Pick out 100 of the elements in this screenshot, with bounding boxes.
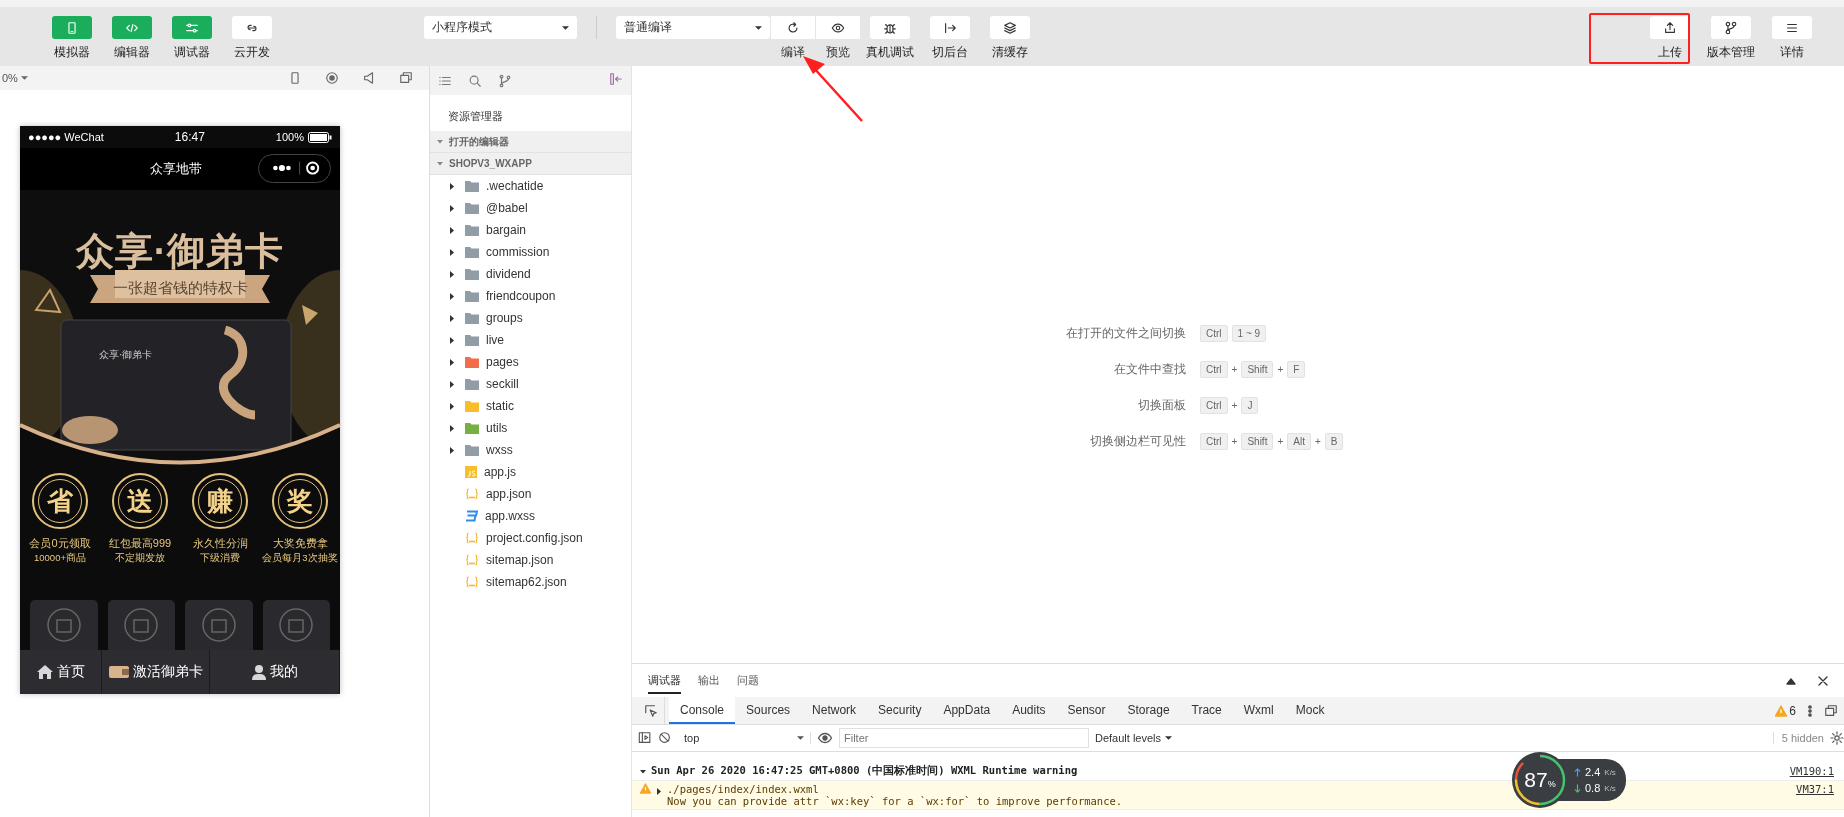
filter-field[interactable]: Filter: [839, 728, 1089, 748]
devtools-tab[interactable]: Sensor: [1056, 697, 1117, 724]
plus-sign: +: [1277, 363, 1284, 375]
caret-icon: [1165, 736, 1173, 740]
key-cap: Shift: [1241, 360, 1274, 378]
file-tree-item[interactable]: @babel: [430, 197, 631, 219]
section-header[interactable]: 打开的编辑器: [430, 131, 631, 153]
gauge-unit: %: [1547, 779, 1556, 789]
service-tile[interactable]: [107, 600, 175, 650]
more-icon: [1808, 703, 1812, 718]
file-tree-item[interactable]: app.js: [430, 461, 631, 483]
refresh-icon: [786, 20, 800, 35]
devtools-tab[interactable]: Trace: [1180, 697, 1233, 724]
source-link[interactable]: VM190:1: [1789, 765, 1834, 777]
panel-tab[interactable]: 调试器: [648, 667, 681, 694]
service-tile[interactable]: [185, 600, 253, 650]
braces-icon: [465, 532, 479, 544]
tool-button[interactable]: [815, 16, 860, 39]
file-tree-item[interactable]: app.json: [430, 483, 631, 505]
person-icon: [251, 664, 266, 680]
devtools-tab[interactable]: Security: [867, 697, 933, 724]
file-tree-item[interactable]: live: [430, 329, 631, 351]
benefit-title: 会员0元领取: [29, 536, 91, 551]
tool-button[interactable]: [1711, 16, 1751, 39]
levels-dropdown[interactable]: Default levels: [1095, 732, 1173, 744]
source-link[interactable]: VM37:1: [1796, 783, 1834, 795]
sliders-icon: [185, 20, 199, 35]
tool-label: 编辑器: [114, 44, 150, 61]
tool-label: 详情: [1780, 44, 1804, 61]
section-header[interactable]: SHOPV3_WXAPP: [430, 153, 631, 175]
down-arrow-icon: [1574, 783, 1581, 793]
service-tile[interactable]: [30, 600, 98, 650]
file-tree-item[interactable]: friendcoupon: [430, 285, 631, 307]
braces-icon: [465, 488, 479, 500]
panel-tab[interactable]: 问题: [737, 667, 759, 694]
tool-label: 预览: [824, 44, 851, 61]
file-tree-item[interactable]: pages: [430, 351, 631, 373]
devtools-tab[interactable]: Storage: [1116, 697, 1181, 724]
tool-button[interactable]: [990, 16, 1030, 39]
key-cap: Ctrl: [1200, 324, 1228, 342]
file-tree-item[interactable]: project.config.json: [430, 527, 631, 549]
key-cap: F: [1287, 360, 1306, 378]
carrier-label: ●●●●● WeChat: [28, 131, 104, 143]
phone-icon: [288, 71, 302, 85]
shortcut-label: 切换面板: [1137, 397, 1186, 414]
file-tree-item[interactable]: sitemap62.json: [430, 571, 631, 593]
tab-bar-item[interactable]: 首页: [20, 650, 102, 694]
plus-sign: +: [1231, 399, 1238, 411]
banner-slogan: 一张超省钱的特权卡: [111, 279, 249, 298]
twisty-icon[interactable]: [640, 767, 646, 775]
file-tree-item[interactable]: dividend: [430, 263, 631, 285]
css-file-icon: [465, 510, 478, 522]
tool-label: 真机调试: [866, 44, 914, 61]
file-tree-item[interactable]: sitemap.json: [430, 549, 631, 571]
tab-bar-item[interactable]: 我的: [210, 650, 340, 694]
tab-bar-item[interactable]: 激活御弟卡: [102, 650, 210, 694]
file-tree-item[interactable]: .wechatide: [430, 175, 631, 197]
phone-icon: [65, 20, 79, 35]
service-icon: [124, 608, 159, 642]
devtools-tab[interactable]: AppData: [932, 697, 1002, 724]
file-tree-item[interactable]: utils: [430, 417, 631, 439]
file-tree-item[interactable]: bargain: [430, 219, 631, 241]
warning-count[interactable]: 6: [1789, 703, 1796, 718]
caret-icon: [755, 25, 762, 30]
braces-icon: [465, 576, 479, 588]
tool-button[interactable]: [770, 16, 815, 39]
benefit-badge: 赚: [192, 473, 248, 529]
search-icon: [468, 73, 482, 88]
devtools-tab[interactable]: Console: [669, 697, 736, 724]
tool-button[interactable]: [1772, 16, 1812, 39]
devtools-tab[interactable]: Wxml: [1232, 697, 1285, 724]
context-select[interactable]: top: [678, 732, 811, 744]
mode-select[interactable]: 小程序模式: [424, 16, 577, 39]
devtools-tab[interactable]: Mock: [1284, 697, 1336, 724]
tool-label: 调试器: [174, 44, 210, 61]
tool-button[interactable]: [870, 16, 910, 39]
clock: 16:47: [174, 130, 205, 144]
tab-label: 我的: [269, 663, 298, 681]
devtools-tab[interactable]: Audits: [1001, 697, 1057, 724]
service-tile[interactable]: [262, 600, 330, 650]
benefit-title: 大奖免费拿: [272, 536, 328, 551]
log-message: Now you can provide attr `wx:key` for a `wx:for` to improve performance.: [667, 795, 1123, 807]
panel-tab[interactable]: 输出: [698, 667, 720, 694]
file-tree-item[interactable]: app.wxss: [430, 505, 631, 527]
layers-icon: [1003, 20, 1017, 35]
twisty-icon[interactable]: [656, 788, 662, 795]
file-tree-item[interactable]: seckill: [430, 373, 631, 395]
file-tree-item[interactable]: wxss: [430, 439, 631, 461]
service-icon: [201, 608, 236, 642]
tool-button[interactable]: [1650, 16, 1690, 39]
file-tree-item[interactable]: static: [430, 395, 631, 417]
tab-label: 激活御弟卡: [132, 663, 203, 681]
file-tree-item[interactable]: commission: [430, 241, 631, 263]
file-tree-item[interactable]: groups: [430, 307, 631, 329]
compile-select[interactable]: 普通编译: [616, 16, 770, 39]
zoom-level[interactable]: 0%: [2, 72, 18, 84]
benefit-note: 下级消费: [200, 552, 240, 565]
devtools-tab[interactable]: Sources: [735, 697, 802, 724]
devtools-tab[interactable]: Network: [801, 697, 868, 724]
benefit-title: 红包最高999: [108, 536, 172, 551]
